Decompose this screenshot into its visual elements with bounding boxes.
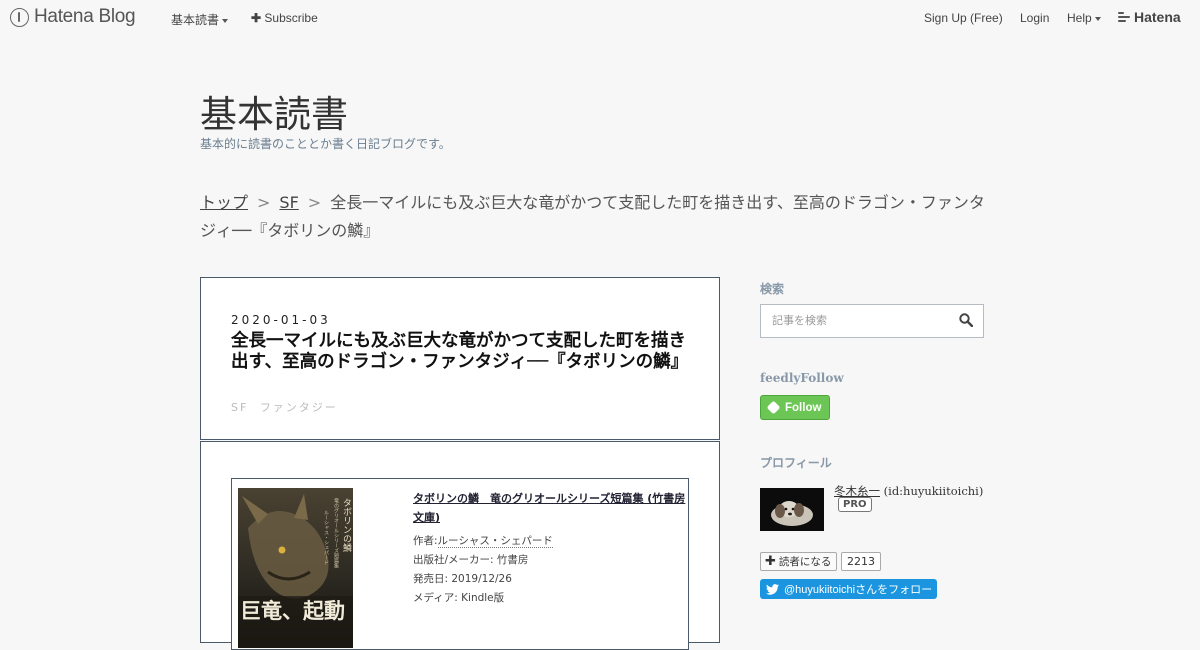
product-card: タボリンの鱗 竜のグリオールシリーズ短篇集 ルーシャス・シェパード 巨竜、起動 … bbox=[231, 478, 689, 650]
search-icon[interactable] bbox=[959, 313, 973, 327]
author-link[interactable]: ルーシャス・シェパード bbox=[437, 535, 553, 548]
caret-down-icon bbox=[1094, 16, 1101, 21]
cover-author: ルーシャス・シェパード bbox=[323, 510, 329, 565]
breadcrumb-top-link[interactable]: トップ bbox=[200, 193, 248, 212]
feedly-follow-button[interactable]: Follow bbox=[760, 395, 830, 420]
feedly-heading: feedlyFollow bbox=[760, 371, 844, 385]
cover-series: 竜のグリオールシリーズ短篇集 bbox=[333, 497, 339, 569]
hatena-logo[interactable]: Hatena bbox=[1118, 9, 1181, 25]
blog-title[interactable]: 基本読書 bbox=[200, 84, 348, 138]
product-release-date: 発売日: 2019/12/26 bbox=[413, 573, 512, 585]
hatena-blog-logo[interactable]: Hatena Blog bbox=[10, 6, 136, 28]
feedly-follow-label: Follow bbox=[785, 401, 822, 414]
twitter-bird-icon bbox=[766, 583, 779, 595]
profile-name-link[interactable]: 冬木糸一 bbox=[834, 484, 880, 498]
blog-menu-label: 基本読書 bbox=[171, 13, 220, 27]
article-date[interactable]: 2020-01-03 bbox=[231, 313, 331, 327]
hatena-logo-text: Hatena bbox=[1134, 9, 1181, 25]
category-link-sf[interactable]: SF bbox=[231, 401, 248, 414]
cover-title: タボリンの鱗 bbox=[341, 498, 352, 553]
pro-badge[interactable]: PRO bbox=[838, 497, 872, 512]
product-publisher: 出版社/メーカー: 竹書房 bbox=[413, 554, 529, 566]
search-heading: 検索 bbox=[760, 282, 785, 296]
plus-icon: ✚ bbox=[765, 554, 776, 569]
subscribe-reader-button[interactable]: ✚ 読者になる bbox=[760, 552, 838, 571]
breadcrumb-separator: > bbox=[257, 193, 271, 212]
profile-id: (id:huyukiitoichi) bbox=[883, 484, 984, 498]
hatena-lines-icon bbox=[1118, 12, 1130, 22]
signup-link[interactable]: Sign Up (Free) bbox=[924, 11, 1003, 25]
hatena-logo-icon bbox=[10, 7, 29, 27]
blog-description: 基本的に読書のこととか書く日記ブログです。 bbox=[200, 137, 451, 151]
breadcrumb: トップ > SF > 全長一マイルにも及ぶ巨大な竜がかつて支配した町を描き出す、至高のド… bbox=[200, 189, 1000, 245]
category-link-fantasy[interactable]: ファンタジー bbox=[260, 401, 338, 414]
breadcrumb-separator: > bbox=[307, 193, 322, 212]
subscribe-link[interactable]: ✚ Subscribe bbox=[251, 11, 318, 25]
article-header: 2020-01-03 全長一マイルにも及ぶ巨大な竜がかつて支配した町を描き出す、… bbox=[200, 277, 720, 440]
plus-icon: ✚ bbox=[251, 11, 262, 25]
twitter-follow-label: @huyukiitoichiさんをフォロー bbox=[784, 584, 933, 596]
subscribe-label: Subscribe bbox=[264, 11, 318, 25]
twitter-follow-button[interactable]: @huyukiitoichiさんをフォロー bbox=[760, 579, 937, 599]
product-media: メディア: Kindle版 bbox=[413, 592, 505, 604]
help-dropdown[interactable]: Help bbox=[1067, 11, 1101, 25]
login-link[interactable]: Login bbox=[1020, 11, 1049, 25]
article-categories: SF ファンタジー bbox=[231, 399, 344, 415]
logo-text: Hatena Blog bbox=[34, 6, 136, 27]
help-label: Help bbox=[1067, 11, 1092, 25]
subscriber-count[interactable]: 2213 bbox=[841, 552, 881, 571]
article-title[interactable]: 全長一マイルにも及ぶ巨大な竜がかつて支配した町を描き出す、至高のドラゴン・ファン… bbox=[231, 331, 696, 373]
profile-heading: プロフィール bbox=[760, 456, 832, 470]
search-box bbox=[760, 304, 984, 338]
product-author: 作者:ルーシャス・シェパード bbox=[413, 533, 553, 548]
product-title-link[interactable]: タボリンの鱗 竜のグリオールシリーズ短篇集 (竹書房文庫) bbox=[413, 489, 688, 527]
blog-menu-dropdown[interactable]: 基本読書 bbox=[171, 11, 229, 28]
search-input[interactable] bbox=[761, 305, 962, 335]
feedly-icon bbox=[766, 400, 781, 415]
book-cover-image[interactable]: タボリンの鱗 竜のグリオールシリーズ短篇集 ルーシャス・シェパード 巨竜、起動 bbox=[238, 488, 353, 648]
article-body: タボリンの鱗 竜のグリオールシリーズ短篇集 ルーシャス・シェパード 巨竜、起動 … bbox=[200, 441, 720, 650]
caret-down-icon bbox=[222, 18, 229, 23]
breadcrumb-sf-link[interactable]: SF bbox=[279, 193, 298, 212]
cover-band-text: 巨竜、起動 bbox=[240, 598, 345, 623]
subscribe-reader-label: 読者になる bbox=[778, 556, 832, 568]
global-header: Hatena Blog 基本読書 ✚ Subscribe Sign Up (Fr… bbox=[0, 0, 1200, 36]
author-label: 作者: bbox=[413, 535, 438, 547]
avatar[interactable] bbox=[760, 488, 824, 531]
